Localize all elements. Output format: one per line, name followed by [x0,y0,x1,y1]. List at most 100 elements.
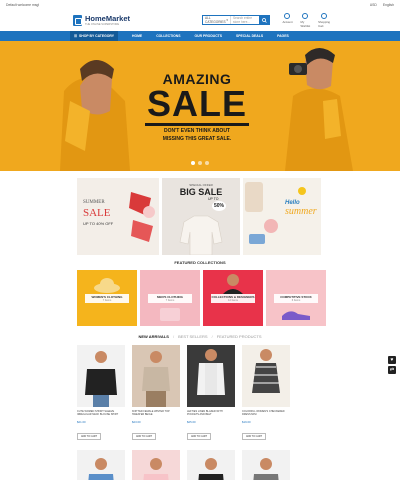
collection-name: COMPETITIVE STOCK [280,294,312,299]
heart-icon [302,12,309,19]
product-photo [242,345,290,407]
product-price: $23.00 [132,420,141,424]
add-to-cart-button[interactable]: ADD TO CART [132,433,157,440]
sneakers-image [282,311,310,320]
search-input[interactable]: Search entire store here... [231,16,259,24]
product-photo [132,450,180,480]
hero-title: SALE [146,83,247,124]
big-sale-banner[interactable]: SPECIAL OFFER BIG SALE UP TO 50% [162,178,240,255]
top-bar: Default welcome msg! USD English [0,0,400,9]
product-price: $19.00 [242,420,251,424]
collection-count: 12 Items [228,298,238,302]
collection-count: 7 Items [165,298,175,302]
hero-banner[interactable]: AMAZING SALE DON'T EVEN THINK ABOUT MISS… [0,41,400,171]
wishlist-link[interactable]: My Wishlist [301,12,310,28]
cart-link[interactable]: Shopping Cart [318,12,330,28]
product-photo [242,450,290,480]
logo[interactable]: HomeMarket THE ONLINE SUPERSTORE [73,13,131,26]
featured-collections-title: FEATURED COLLECTIONS [174,260,226,265]
nav-item-deals[interactable]: SPECIAL DEALS [236,34,263,38]
promo-banners: SUMMER SALE UP TO 40% OFF SPECIAL OFFER … [77,178,400,255]
tab-featured-products[interactable]: FEATURED PRODUCTS [217,334,262,339]
summer-script-label: summer [285,206,317,217]
nav-item-products[interactable]: OUR PRODUCTS [195,34,223,38]
nav-item-pages[interactable]: PAGES [277,34,289,38]
collection-name: COLLECTIONS & DESIGNERS [211,294,255,299]
nav-item-collections[interactable]: COLLECTIONS [156,34,180,38]
tab-separator: / [172,334,175,339]
hat-image [94,278,120,293]
collection-label: MEN'S CLOTHING 7 Items [148,293,192,303]
collection-card[interactable]: MEN'S CLOTHING 7 Items [140,270,200,326]
product-card[interactable]: COLORFUL WOMEN'S CHECKERED DRESS MINI $1… [242,345,290,442]
chevron-down-icon: ▾ [226,18,229,22]
add-to-cart-button[interactable]: ADD TO CART [77,433,102,440]
product-image[interactable] [242,345,290,407]
cart-label: Shopping Cart [318,19,330,28]
logo-name: HomeMarket [85,13,131,23]
discount-label: UP TO 40% OFF [83,221,114,226]
compare-float-button[interactable]: ⇄ [388,366,396,374]
wishlist-float-button[interactable]: ♥ [388,356,396,364]
collections-grid: WOMEN'S CLOTHING 7 Items MEN'S CLOTHING … [77,270,400,326]
product-card[interactable] [77,450,125,480]
product-name[interactable]: COLORFUL WOMEN'S CHECKERED DRESS MINI [242,410,290,417]
header: HomeMarket THE ONLINE SUPERSTORE ALL CAT… [0,9,400,31]
hello-summer-banner[interactable]: Hello summer [243,178,321,255]
product-image[interactable] [242,450,290,480]
product-card[interactable] [187,450,235,480]
product-image[interactable] [187,450,235,480]
search-bar: ALL CATEGORIES ▾ Search entire store her… [202,15,271,25]
summer-sale-banner[interactable]: SUMMER SALE UP TO 40% OFF [77,178,159,255]
product-grid: CUTE WOMEN SHORT SLEEVE IRREGULAR NECK B… [77,345,400,442]
product-image[interactable] [132,450,180,480]
product-price: $21.00 [77,420,86,424]
product-name[interactable]: LEFTIES LINEN BLAZER WITH POCKETS AND BE… [187,410,235,417]
slider-dot[interactable] [198,161,202,165]
cart-icon [321,12,328,19]
logo-icon [73,14,82,26]
summer-label: SUMMER [83,200,105,205]
product-name[interactable]: CUTE WOMEN SHORT SLEEVE IRREGULAR NECK B… [77,410,125,417]
hero-text: AMAZING SALE DON'T EVEN THINK ABOUT MISS… [137,71,257,142]
account-link[interactable]: Account [282,12,293,28]
hero-model-left [50,41,145,171]
shoes-image [129,192,155,242]
collection-label: COLLECTIONS & DESIGNERS 12 Items [211,293,255,303]
tab-new-arrivals[interactable]: NEW ARRIVALS [138,334,168,339]
product-card[interactable] [242,450,290,480]
nav-item-home[interactable]: HOME [132,34,142,38]
shop-by-category-label: SHOP BY CATEGORY [79,34,114,38]
collection-card[interactable]: COMPETITIVE STOCK 6 Items [266,270,326,326]
big-sale-label: BIG SALE [179,187,223,197]
logo-tagline: THE ONLINE SUPERSTORE [85,22,120,26]
slider-dot[interactable] [205,161,209,165]
add-to-cart-button[interactable]: ADD TO CART [242,433,267,440]
product-card[interactable]: KNITTED FEMALE WINTER TOP SWEATER BEIGE … [132,345,180,442]
collection-card[interactable]: COLLECTIONS & DESIGNERS 12 Items [203,270,263,326]
tab-best-sellers[interactable]: BEST SELLERS [178,334,208,339]
sale-label: SALE [83,207,111,219]
main-nav: ☰ SHOP BY CATEGORY HOME COLLECTIONS OUR … [0,31,400,41]
product-card[interactable] [132,450,180,480]
product-photo [77,345,125,407]
language-selector[interactable]: English [383,3,394,7]
product-name[interactable]: KNITTED FEMALE WINTER TOP SWEATER BEIGE [132,410,180,417]
slider-dot[interactable] [191,161,195,165]
product-image[interactable] [77,450,125,480]
add-to-cart-button[interactable]: ADD TO CART [187,433,212,440]
product-photo [132,345,180,407]
accessories-image [245,182,278,244]
product-image[interactable] [77,345,125,407]
welcome-message: Default welcome msg! [6,2,40,7]
shop-by-category-button[interactable]: ☰ SHOP BY CATEGORY [70,31,118,41]
bag-image [160,308,180,321]
currency-selector[interactable]: USD [370,3,377,7]
product-image[interactable] [132,345,180,407]
product-card[interactable]: LEFTIES LINEN BLAZER WITH POCKETS AND BE… [187,345,235,442]
collection-card[interactable]: WOMEN'S CLOTHING 7 Items [77,270,137,326]
search-category-select[interactable]: ALL CATEGORIES ▾ [203,16,232,24]
search-button[interactable] [259,16,270,24]
product-image[interactable] [187,345,235,407]
product-card[interactable]: CUTE WOMEN SHORT SLEEVE IRREGULAR NECK B… [77,345,125,442]
